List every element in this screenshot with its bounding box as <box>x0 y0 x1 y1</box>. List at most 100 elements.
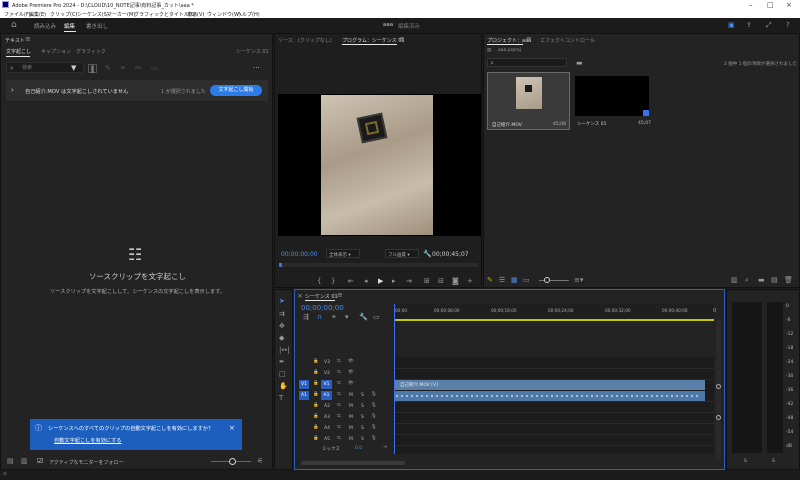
program-video-area[interactable] <box>278 94 481 236</box>
workspace-import-tab[interactable]: 読み込み <box>34 22 56 30</box>
sync-icon[interactable]: ⇆ <box>337 435 341 443</box>
track-target-a1[interactable]: A1 <box>321 391 332 400</box>
source-patch-v[interactable]: V1 <box>299 380 309 389</box>
timeline-menu-icon[interactable]: ≡ <box>337 291 343 299</box>
solo-button[interactable]: S <box>361 437 364 442</box>
solo-button[interactable]: S <box>361 393 364 398</box>
eye-icon[interactable]: 👁 <box>348 358 354 366</box>
tab-source[interactable]: ソース：(クリップなし) <box>278 37 332 44</box>
mix-value[interactable]: 0.0 <box>355 446 362 451</box>
pen-tool-icon[interactable]: ✒ <box>279 358 285 366</box>
help-icon[interactable]: ? <box>786 21 790 29</box>
razor-tool-icon[interactable]: ◆ <box>279 334 284 342</box>
solo-button[interactable]: S <box>361 415 364 420</box>
timeline-hscroll[interactable] <box>301 461 405 465</box>
track-area[interactable]: 自己紹介.MOV [V] <box>394 357 714 454</box>
mute-button[interactable]: M <box>349 426 353 431</box>
trash-icon[interactable]: 🗑 <box>784 276 793 284</box>
maximize-icon[interactable]: □ <box>767 1 774 9</box>
sync-icon[interactable]: ⇆ <box>337 413 341 421</box>
menu-sequence[interactable]: シーケンス(S) <box>77 11 109 18</box>
snap-icon[interactable]: ∩ <box>317 313 322 321</box>
zoom-slider-handle[interactable] <box>229 458 236 465</box>
monitor-scrubber[interactable] <box>279 263 478 267</box>
lock-icon[interactable]: 🔒 <box>313 424 319 432</box>
wrench-icon[interactable]: 🔧 <box>423 250 432 258</box>
overwrite-icon[interactable]: ⊟ <box>438 277 444 285</box>
lock-icon[interactable]: 🔒 <box>313 358 319 366</box>
mic-icon[interactable]: 🎙 <box>371 435 377 443</box>
split-icon[interactable]: ‖ <box>88 64 97 73</box>
track-select-tool-icon[interactable]: ⇉ <box>279 310 285 318</box>
sort-icon[interactable]: ≡▾ <box>574 276 583 284</box>
work-area-bar[interactable] <box>394 319 714 321</box>
menu-file[interactable]: ファイル(F) <box>4 11 31 18</box>
solo-button[interactable]: S <box>361 426 364 431</box>
new-bin-bottom-icon[interactable]: ▬ <box>758 276 765 284</box>
time-ruler[interactable]: 00;00 00;00;08;00 00;00;16;00 00;00;24;0… <box>394 304 714 322</box>
start-transcription-button[interactable]: 文字起こし開始 <box>210 85 262 96</box>
captions-icon[interactable]: ▭ <box>373 313 380 321</box>
mark-out-icon[interactable]: } <box>331 277 335 285</box>
eye-icon[interactable]: 👁 <box>348 369 354 377</box>
tab-transcript[interactable]: 文字起こし <box>6 48 31 55</box>
project-panel-menu-icon[interactable]: ≡ <box>526 35 532 43</box>
timeline-playhead[interactable] <box>394 304 395 454</box>
close-icon[interactable]: × <box>786 1 792 9</box>
find-icon[interactable]: ⌕ <box>745 276 749 284</box>
notice-close-icon[interactable]: × <box>229 424 235 432</box>
enable-auto-transcribe-link[interactable]: 自動文字起こしを有効にする <box>54 437 122 444</box>
thumb-size-handle[interactable] <box>544 277 550 283</box>
more-icon[interactable]: ··· <box>253 64 260 72</box>
quick-export-icon[interactable]: ⇪ <box>746 21 752 29</box>
workspaces-icon[interactable]: ▣ <box>728 21 735 29</box>
step-forward-icon[interactable]: ▸ <box>392 277 396 285</box>
mute-button[interactable]: M <box>349 404 353 409</box>
automate-icon[interactable]: ▥ <box>731 276 738 284</box>
timeline-close-icon[interactable]: × <box>297 292 303 300</box>
insert-icon[interactable]: ⊞ <box>424 277 430 285</box>
sync-icon[interactable]: ⇆ <box>337 391 341 399</box>
follow-monitor-checkbox[interactable]: ☑ <box>37 457 43 465</box>
add-button-icon[interactable]: + <box>467 277 473 285</box>
linked-select-icon[interactable]: ⚭ <box>331 313 337 321</box>
selection-tool-icon[interactable]: ➤ <box>279 297 285 305</box>
program-panel-menu-icon[interactable]: ≡ <box>399 35 405 43</box>
meter-solo-1[interactable]: S <box>744 459 747 464</box>
sync-icon[interactable]: ⇆ <box>337 424 341 432</box>
fullscreen-video-icon[interactable]: ⤢ <box>766 21 772 29</box>
workspace-export-tab[interactable]: 書き出し <box>86 22 108 30</box>
tab-program[interactable]: プログラム：シーケンス 01 <box>342 37 405 44</box>
monitor-playhead[interactable] <box>279 263 282 267</box>
mic-icon[interactable]: 🎙 <box>371 402 377 410</box>
sync-icon[interactable]: ⇆ <box>337 380 341 388</box>
mute-button[interactable]: M <box>349 393 353 398</box>
menu-window[interactable]: ウィンドウ(W) <box>207 11 241 18</box>
step-back-icon[interactable]: ◂ <box>364 277 368 285</box>
menu-edit[interactable]: 編集(E) <box>29 11 46 18</box>
tab-captions[interactable]: キャプション <box>41 48 71 55</box>
lock-icon[interactable]: 🔒 <box>313 413 319 421</box>
project-search[interactable]: ⌕ <box>487 58 567 67</box>
go-to-in-icon[interactable]: ⇤ <box>348 277 354 285</box>
transcript-search-input[interactable] <box>22 64 72 72</box>
chevron-right-icon[interactable]: › <box>11 86 14 94</box>
audio-clip[interactable] <box>394 391 705 401</box>
project-item-clip[interactable]: 自己紹介.MOV 45;08 <box>487 72 570 130</box>
list-view-icon[interactable]: ☰ <box>499 276 505 284</box>
eye-icon[interactable]: 👁 <box>348 380 354 388</box>
tab-graphics[interactable]: グラフィック <box>76 48 106 55</box>
lock-icon[interactable]: 🔒 <box>313 402 319 410</box>
icon-view-icon[interactable]: ▦ <box>511 276 518 284</box>
source-patch-a[interactable]: A1 <box>299 391 309 400</box>
timeline-timecode[interactable]: 00;00;00;00 <box>301 304 344 312</box>
add-marker-icon[interactable]: ▾ <box>345 313 349 321</box>
fit-dropdown[interactable]: 全体表示 ▾ <box>326 249 360 258</box>
tab-effect-controls[interactable]: エフェクトコントロール <box>540 37 595 44</box>
sync-icon[interactable]: ⇆ <box>337 402 341 410</box>
mic-icon[interactable]: 🎙 <box>371 424 377 432</box>
mark-in-icon[interactable]: { <box>317 277 321 285</box>
go-to-out-icon[interactable]: ⇥ <box>406 277 412 285</box>
filter-icon[interactable]: ▼ <box>71 64 76 72</box>
text-panel-icon-2[interactable]: ▥ <box>21 457 28 465</box>
